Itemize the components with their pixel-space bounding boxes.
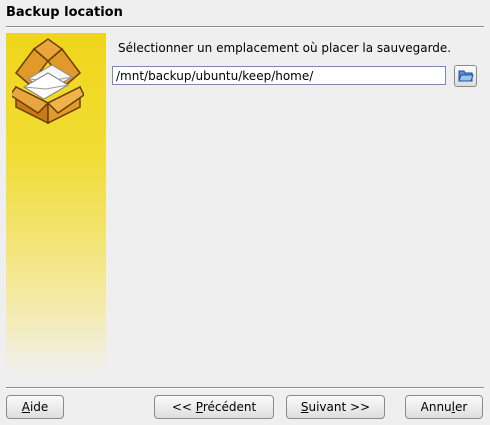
previous-button[interactable]: << Précédent	[154, 395, 274, 419]
cancel-label: er	[455, 400, 468, 414]
next-label: uivant >>	[308, 400, 371, 414]
side-banner	[6, 33, 106, 374]
title-separator	[6, 26, 484, 28]
help-button[interactable]: Aide	[6, 395, 64, 419]
help-label: ide	[29, 400, 49, 414]
cancel-button[interactable]: Annuler	[405, 395, 483, 419]
button-separator	[6, 387, 484, 389]
backup-path-input[interactable]	[112, 66, 446, 85]
package-box-icon	[12, 38, 84, 125]
previous-mnemonic: P	[195, 400, 203, 414]
instruction-text: Sélectionner un emplacement où placer la…	[118, 41, 452, 55]
wizard-title: Backup location	[6, 5, 123, 20]
cancel-prefix: Annu	[420, 400, 452, 414]
next-button[interactable]: Suivant >>	[286, 395, 385, 419]
previous-label: récédent	[202, 400, 257, 414]
help-mnemonic: A	[21, 400, 30, 414]
previous-prefix: <<	[171, 400, 196, 414]
folder-open-icon	[457, 70, 474, 82]
browse-folder-button[interactable]	[454, 65, 477, 87]
